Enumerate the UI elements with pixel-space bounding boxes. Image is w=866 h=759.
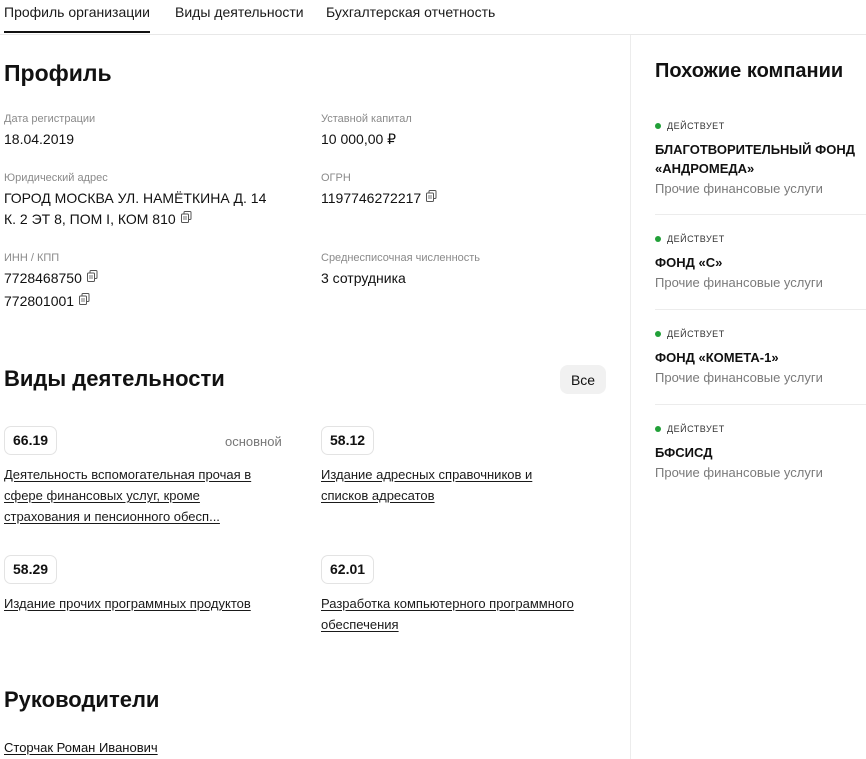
- activity-text-line: страхования и пенсионного обесп...: [4, 509, 220, 524]
- kpp-row: 772801001: [4, 291, 90, 312]
- activity-text-line: Издание адресных справочников и: [321, 467, 533, 482]
- company-description: Прочие финансовые услуги: [655, 370, 823, 385]
- company-name[interactable]: ФОНД «С»: [655, 253, 866, 272]
- activity-text-line: сфере финансовых услуг, кроме: [4, 488, 200, 503]
- status-text: ДЕЙСТВУЕТ: [667, 121, 725, 131]
- activity-text-line: обеспечения: [321, 617, 399, 632]
- headcount-label: Среднесписочная численность: [321, 252, 481, 264]
- tab-activities[interactable]: Виды деятельности: [175, 4, 304, 20]
- address-line-2-text: К. 2 ЭТ 8, ПОМ I, КОМ 810: [4, 211, 176, 227]
- status-badge: ДЕЙСТВУЕТ: [655, 234, 866, 244]
- profile-title: Профиль: [4, 60, 112, 86]
- company-description: Прочие финансовые услуги: [655, 465, 823, 480]
- ogrn-value: 1197746272217: [321, 190, 422, 206]
- copy-icon[interactable]: [79, 290, 90, 311]
- address-line-2: К. 2 ЭТ 8, ПОМ I, КОМ 810: [4, 209, 192, 230]
- activity-text-line: Разработка компьютерного программного: [321, 596, 574, 611]
- status-text: ДЕЙСТВУЕТ: [667, 234, 725, 244]
- card-separator: [655, 309, 866, 310]
- inn-row: 7728468750: [4, 268, 98, 289]
- status-badge: ДЕЙСТВУЕТ: [655, 121, 866, 131]
- activity-link-62-01[interactable]: Разработка компьютерного программного об…: [321, 593, 621, 635]
- activity-code-badge: 58.29: [4, 555, 58, 584]
- company-name-line: ФОНД «С»: [655, 255, 723, 270]
- main-activity-tag: основной: [225, 434, 282, 449]
- registration-date-value: 18.04.2019: [4, 131, 75, 147]
- leader-link[interactable]: Сторчак Роман Иванович: [4, 740, 158, 755]
- activities-title: Виды деятельности: [4, 366, 225, 391]
- activity-text-line: Издание прочих программных продуктов: [4, 596, 251, 611]
- activity-link-66-19[interactable]: Деятельность вспомогательная прочая в сф…: [4, 464, 294, 527]
- company-name-line: БФСИСД: [655, 445, 713, 460]
- company-name-line: БЛАГОТВОРИТЕЛЬНЫЙ ФОНД: [655, 142, 855, 157]
- activity-code-badge: 62.01: [321, 555, 375, 584]
- activity-code-badge: 66.19: [4, 426, 58, 455]
- card-separator: [655, 404, 866, 405]
- status-dot-icon: [655, 330, 661, 337]
- address-line-1: ГОРОД МОСКВА УЛ. НАМЁТКИНА Д. 14: [4, 190, 267, 206]
- copy-icon[interactable]: [180, 208, 192, 229]
- similar-company-card[interactable]: ДЕЙСТВУЕТ ФОНД «С» Прочие финансовые усл…: [655, 234, 866, 290]
- inn-value: 7728468750: [4, 270, 82, 286]
- company-name[interactable]: БЛАГОТВОРИТЕЛЬНЫЙ ФОНД «АНДРОМЕДА»: [655, 140, 866, 178]
- similar-company-card[interactable]: ДЕЙСТВУЕТ БЛАГОТВОРИТЕЛЬНЫЙ ФОНД «АНДРОМ…: [655, 121, 866, 196]
- company-name-line: «АНДРОМЕДА»: [655, 161, 755, 176]
- company-name[interactable]: ФОНД «КОМЕТА-1»: [655, 348, 866, 367]
- registration-date-label: Дата регистрации: [4, 113, 96, 125]
- tab-organization-profile[interactable]: Профиль организации: [4, 4, 150, 33]
- leaders-title: Руководители: [4, 687, 160, 712]
- company-name-line: ФОНД «КОМЕТА-1»: [655, 350, 779, 365]
- tab-bar: Профиль организации Виды деятельности Бу…: [0, 0, 866, 35]
- similar-company-card[interactable]: ДЕЙСТВУЕТ ФОНД «КОМЕТА-1» Прочие финансо…: [655, 329, 866, 385]
- column-divider: [630, 35, 631, 759]
- status-text: ДЕЙСТВУЕТ: [667, 329, 725, 339]
- copy-icon[interactable]: [426, 187, 437, 208]
- tab-accounting-reports[interactable]: Бухгалтерская отчетность: [326, 4, 495, 20]
- headcount-value: 3 сотрудника: [321, 270, 406, 286]
- card-separator: [655, 214, 866, 215]
- kpp-value: 772801001: [4, 293, 75, 309]
- ogrn-row: 1197746272217: [321, 188, 437, 209]
- capital-label: Уставной капитал: [321, 113, 412, 125]
- activity-link-58-12[interactable]: Издание адресных справочников и списков …: [321, 464, 611, 506]
- activity-text-line: списков адресатов: [321, 488, 435, 503]
- similar-companies-title: Похожие компании: [655, 60, 844, 82]
- status-badge: ДЕЙСТВУЕТ: [655, 329, 866, 339]
- similar-company-card[interactable]: ДЕЙСТВУЕТ БФСИСД Прочие финансовые услуг…: [655, 424, 866, 480]
- capital-value: 10 000,00 ₽: [321, 131, 397, 147]
- status-badge: ДЕЙСТВУЕТ: [655, 424, 866, 434]
- status-dot-icon: [655, 122, 661, 129]
- activity-text-line: Деятельность вспомогательная прочая в: [4, 467, 252, 482]
- status-dot-icon: [655, 235, 661, 242]
- company-description: Прочие финансовые услуги: [655, 275, 823, 290]
- address-label: Юридический адрес: [4, 172, 108, 184]
- activity-code-badge: 58.12: [321, 426, 375, 455]
- company-description: Прочие финансовые услуги: [655, 181, 823, 196]
- ogrn-label: ОГРН: [321, 172, 351, 184]
- status-text: ДЕЙСТВУЕТ: [667, 424, 725, 434]
- activity-link-58-29[interactable]: Издание прочих программных продуктов: [4, 593, 304, 614]
- copy-icon[interactable]: [86, 267, 98, 288]
- all-activities-button[interactable]: Все: [560, 365, 606, 394]
- inn-kpp-label: ИНН / КПП: [4, 252, 60, 264]
- company-name[interactable]: БФСИСД: [655, 443, 866, 462]
- status-dot-icon: [655, 425, 661, 432]
